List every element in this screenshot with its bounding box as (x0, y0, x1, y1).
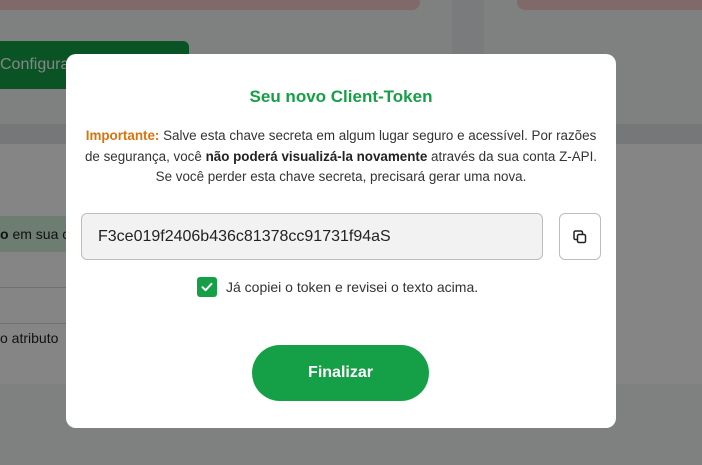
token-field[interactable]: F3ce019f2406b436c81378cc91731f94aS (81, 213, 543, 260)
confirm-checkbox-label: Já copiei o token e revisei o texto acim… (226, 279, 479, 295)
copy-button[interactable] (559, 213, 601, 260)
confirm-checkbox-row[interactable]: Já copiei o token e revisei o texto acim… (197, 276, 478, 298)
modal-title: Seu novo Client-Token (249, 87, 433, 106)
confirm-checkbox[interactable] (197, 277, 217, 297)
important-label: Importante: (85, 128, 160, 143)
client-token-modal: Seu novo Client-Token Importante: Salve … (66, 54, 616, 428)
warning-text-bold: não poderá visualizá-la novamente (205, 148, 428, 164)
finish-button[interactable]: Finalizar (252, 345, 429, 401)
modal-warning-text: Importante: Salve esta chave secreta em … (84, 126, 598, 188)
copy-icon (572, 229, 588, 245)
check-icon (201, 282, 213, 292)
